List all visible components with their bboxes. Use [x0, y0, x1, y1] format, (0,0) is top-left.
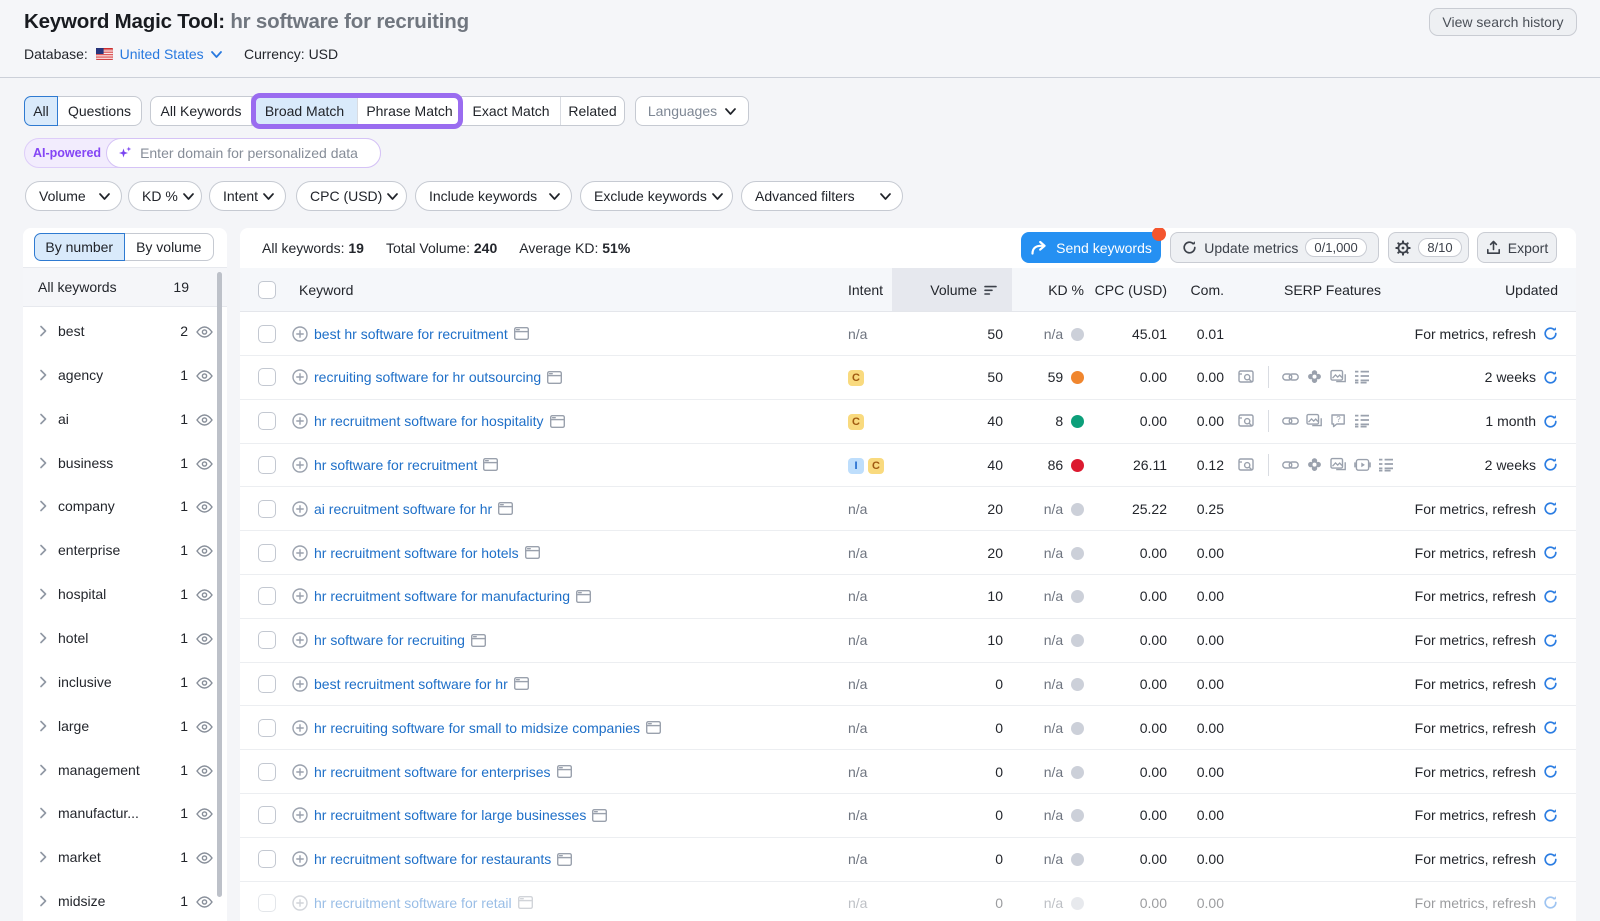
- svg-text:?: ?: [1336, 415, 1341, 424]
